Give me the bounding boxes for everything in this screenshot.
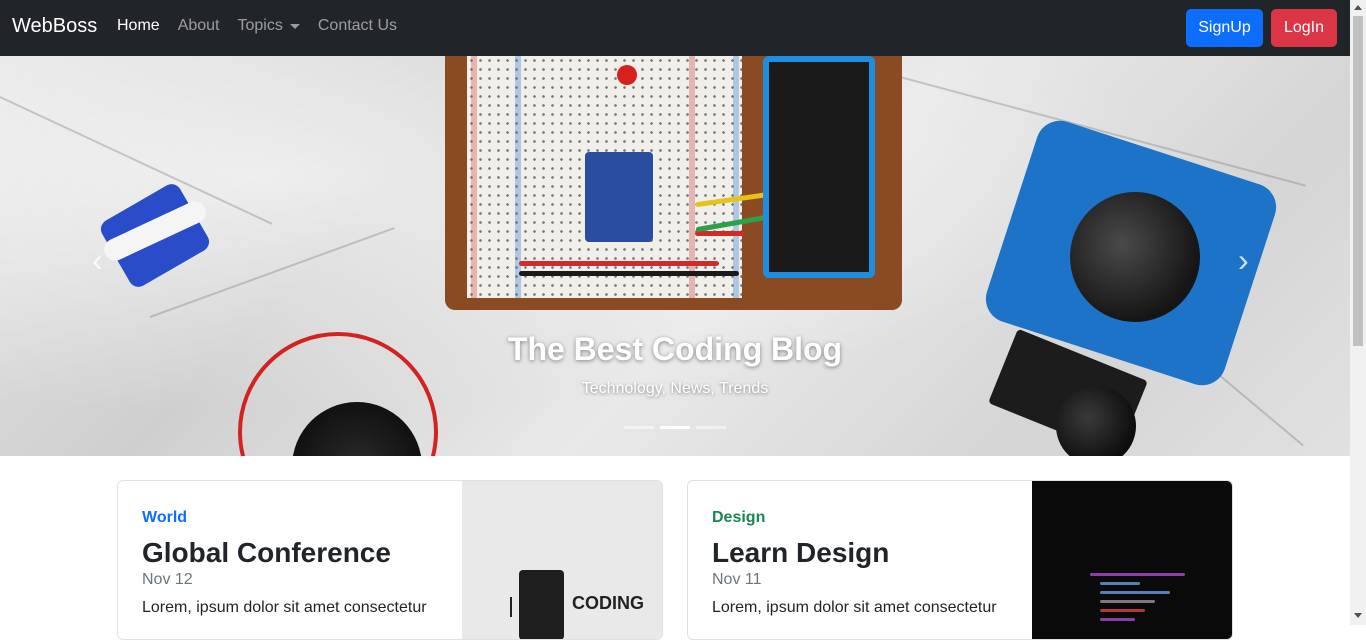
top-navbar: WebBoss Home About Topics Contact Us Sig… [0, 0, 1350, 56]
carousel-indicator[interactable] [696, 426, 726, 429]
carousel-indicators [624, 426, 726, 429]
breadboard-rail [471, 56, 477, 298]
brand-logo[interactable]: WebBoss [12, 15, 97, 38]
code-screen-image [1090, 573, 1210, 633]
card-body: Design Learn Design Nov 11 Lorem, ipsum … [712, 509, 997, 617]
breadboard-image [467, 56, 825, 298]
hero-title: The Best Coding Blog [507, 331, 843, 367]
signup-button[interactable]: SignUp [1186, 9, 1263, 47]
led-image [617, 65, 637, 85]
nav-topics-dropdown[interactable]: Topics [238, 17, 300, 35]
card-body: World Global Conference Nov 12 Lorem, ip… [142, 509, 427, 617]
wire-image [695, 231, 745, 236]
thumb-text: CODING [572, 593, 644, 613]
breadboard-rail [733, 56, 739, 298]
chevron-left-icon[interactable]: ‹ [92, 242, 103, 279]
nav-home[interactable]: Home [117, 17, 160, 35]
wooden-board-image [445, 56, 902, 310]
nav-links: Home About Topics Contact Us [117, 17, 415, 35]
sensor-module-image [585, 152, 653, 242]
carousel-indicator[interactable] [624, 426, 654, 429]
phone-image [519, 570, 564, 639]
caret-down-icon [289, 23, 300, 29]
card-excerpt: Lorem, ipsum dolor sit amet consectetur [712, 599, 997, 616]
hero-caption: The Best Coding Blog Technology, News, T… [0, 331, 1350, 398]
nav-topics-label: Topics [237, 17, 283, 34]
card-title: Global Conference [142, 537, 391, 568]
page-scrollbar[interactable] [1350, 0, 1366, 625]
hero-carousel: ‹ › The Best Coding Blog Technology, New… [0, 56, 1350, 456]
card-thumbnail: CODING [462, 481, 662, 639]
post-card-world: World Global Conference Nov 12 Lorem, ip… [117, 480, 663, 640]
post-card-design: Design Learn Design Nov 11 Lorem, ipsum … [687, 480, 1233, 640]
nav-contact[interactable]: Contact Us [318, 17, 397, 35]
card-category: World [142, 509, 188, 526]
nav-about[interactable]: About [178, 17, 220, 35]
chevron-right-icon[interactable]: › [1238, 242, 1249, 279]
joystick-knob-image [1070, 192, 1200, 322]
card-excerpt: Lorem, ipsum dolor sit amet consectetur [142, 599, 427, 616]
scroll-down-icon[interactable] [1354, 613, 1362, 618]
thumb-bar [510, 597, 512, 617]
card-date: Nov 11 [712, 571, 762, 588]
card-title: Learn Design [712, 537, 890, 568]
scroll-up-icon[interactable] [1354, 5, 1362, 10]
carousel-indicator-active[interactable] [660, 426, 690, 429]
microcontroller-image [763, 56, 875, 278]
hero-subtitle: Technology, News, Trends [581, 380, 769, 397]
wire-image [519, 261, 719, 266]
card-category: Design [712, 509, 766, 526]
login-button[interactable]: LogIn [1271, 9, 1337, 47]
card-thumbnail [1032, 481, 1232, 639]
servo-motor-image [40, 178, 213, 291]
scrollbar-thumb[interactable] [1353, 16, 1363, 346]
card-date: Nov 12 [142, 571, 193, 588]
wire-image [519, 271, 739, 276]
